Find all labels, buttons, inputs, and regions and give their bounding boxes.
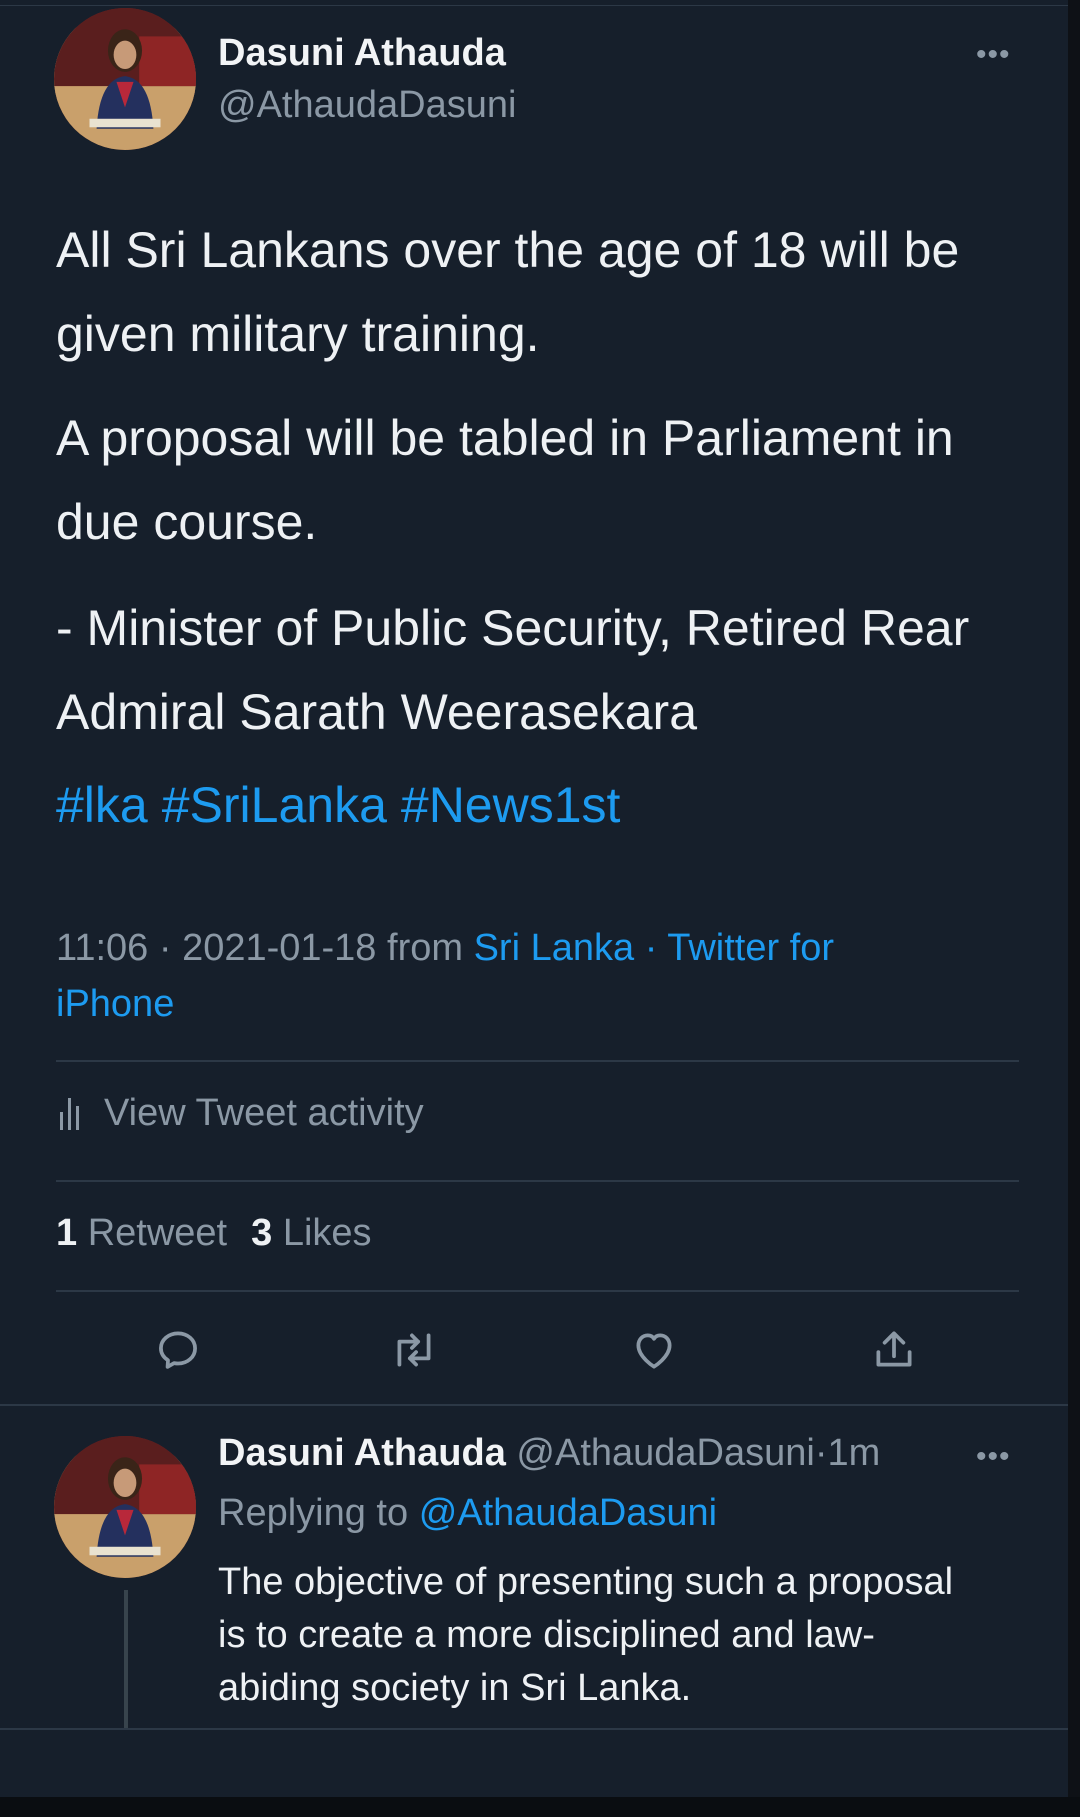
like-label: Likes [282, 1212, 372, 1254]
location-link[interactable]: Sri Lanka [474, 927, 635, 969]
like-count: 3 [251, 1212, 273, 1254]
replying-to-handle[interactable]: @AthaudaDasuni [419, 1492, 717, 1534]
analytics-icon [60, 1097, 84, 1130]
reply-text: The objective of presenting such a propo… [218, 1561, 954, 1709]
divider [56, 1290, 1019, 1292]
thread-connector-line [124, 1590, 128, 1728]
avatar-photo [54, 1436, 196, 1578]
reply-button[interactable] [148, 1320, 208, 1380]
divider [0, 1728, 1068, 1730]
tweet-date[interactable]: 2021-01-18 [182, 927, 376, 969]
avatar-photo [54, 8, 196, 150]
retweet-count: 1 [56, 1212, 78, 1254]
replying-to: Replying to @AthaudaDasuni [218, 1492, 717, 1535]
replying-to-label: Replying to [218, 1492, 409, 1534]
reply-more-options-icon[interactable]: ••• [976, 1442, 1011, 1472]
divider [56, 1060, 1019, 1062]
top-divider [0, 5, 1068, 6]
retweet-button[interactable] [384, 1320, 444, 1380]
reply-icon [159, 1331, 197, 1369]
like-button[interactable] [624, 1320, 684, 1380]
tweet-time[interactable]: 11:06 [56, 927, 148, 969]
likes-link[interactable]: 3 Likes [251, 1212, 371, 1254]
retweet-icon [397, 1333, 431, 1367]
engagement-stats: 1 Retweet 3 Likes [56, 1212, 372, 1255]
divider [56, 1180, 1019, 1182]
reply-header: Dasuni Athauda @AthaudaDasuni·1m [218, 1432, 880, 1475]
hashtag-link[interactable]: #lka [56, 777, 148, 833]
tweet-action-bar [0, 1320, 1080, 1380]
hashtag-link[interactable]: #News1st [401, 777, 621, 833]
bottom-bar [0, 1797, 1080, 1817]
tweet-paragraph: All Sri Lankans over the age of 18 will … [56, 222, 960, 362]
retweets-link[interactable]: 1 Retweet [56, 1212, 227, 1254]
like-icon [636, 1333, 672, 1369]
meta-separator: · [814, 1432, 828, 1474]
reply-author-name[interactable]: Dasuni Athauda [218, 1432, 506, 1474]
view-activity-label: View Tweet activity [104, 1092, 424, 1134]
reply-author-handle[interactable]: @AthaudaDasuni [516, 1432, 814, 1474]
hashtag-link[interactable]: #SriLanka [162, 777, 387, 833]
tweet-paragraph: A proposal will be tabled in Parliament … [56, 410, 954, 550]
tweet-paragraph: - Minister of Public Security, Retired R… [56, 600, 970, 740]
view-tweet-activity-button[interactable]: View Tweet activity [60, 1092, 424, 1135]
reply-author-avatar[interactable] [54, 1436, 196, 1578]
author-handle[interactable]: @AthaudaDasuni [218, 84, 516, 127]
share-button[interactable] [864, 1320, 924, 1380]
share-icon [876, 1331, 912, 1367]
retweet-label: Retweet [87, 1212, 228, 1254]
meta-separator: · [158, 927, 172, 969]
more-options-icon[interactable]: ••• [976, 40, 1011, 70]
author-name[interactable]: Dasuni Athauda [218, 32, 506, 75]
reply-age[interactable]: 1m [828, 1432, 881, 1474]
screen-edge [1068, 0, 1080, 1817]
author-avatar[interactable] [54, 8, 196, 150]
tweet-metadata: 11:06 · 2021-01-18 from Sri Lanka · Twit… [56, 920, 956, 1032]
divider [0, 1404, 1068, 1406]
from-label: from [387, 927, 464, 969]
meta-separator: · [644, 927, 658, 969]
hashtag-list: #lka #SriLanka #News1st [56, 776, 634, 834]
